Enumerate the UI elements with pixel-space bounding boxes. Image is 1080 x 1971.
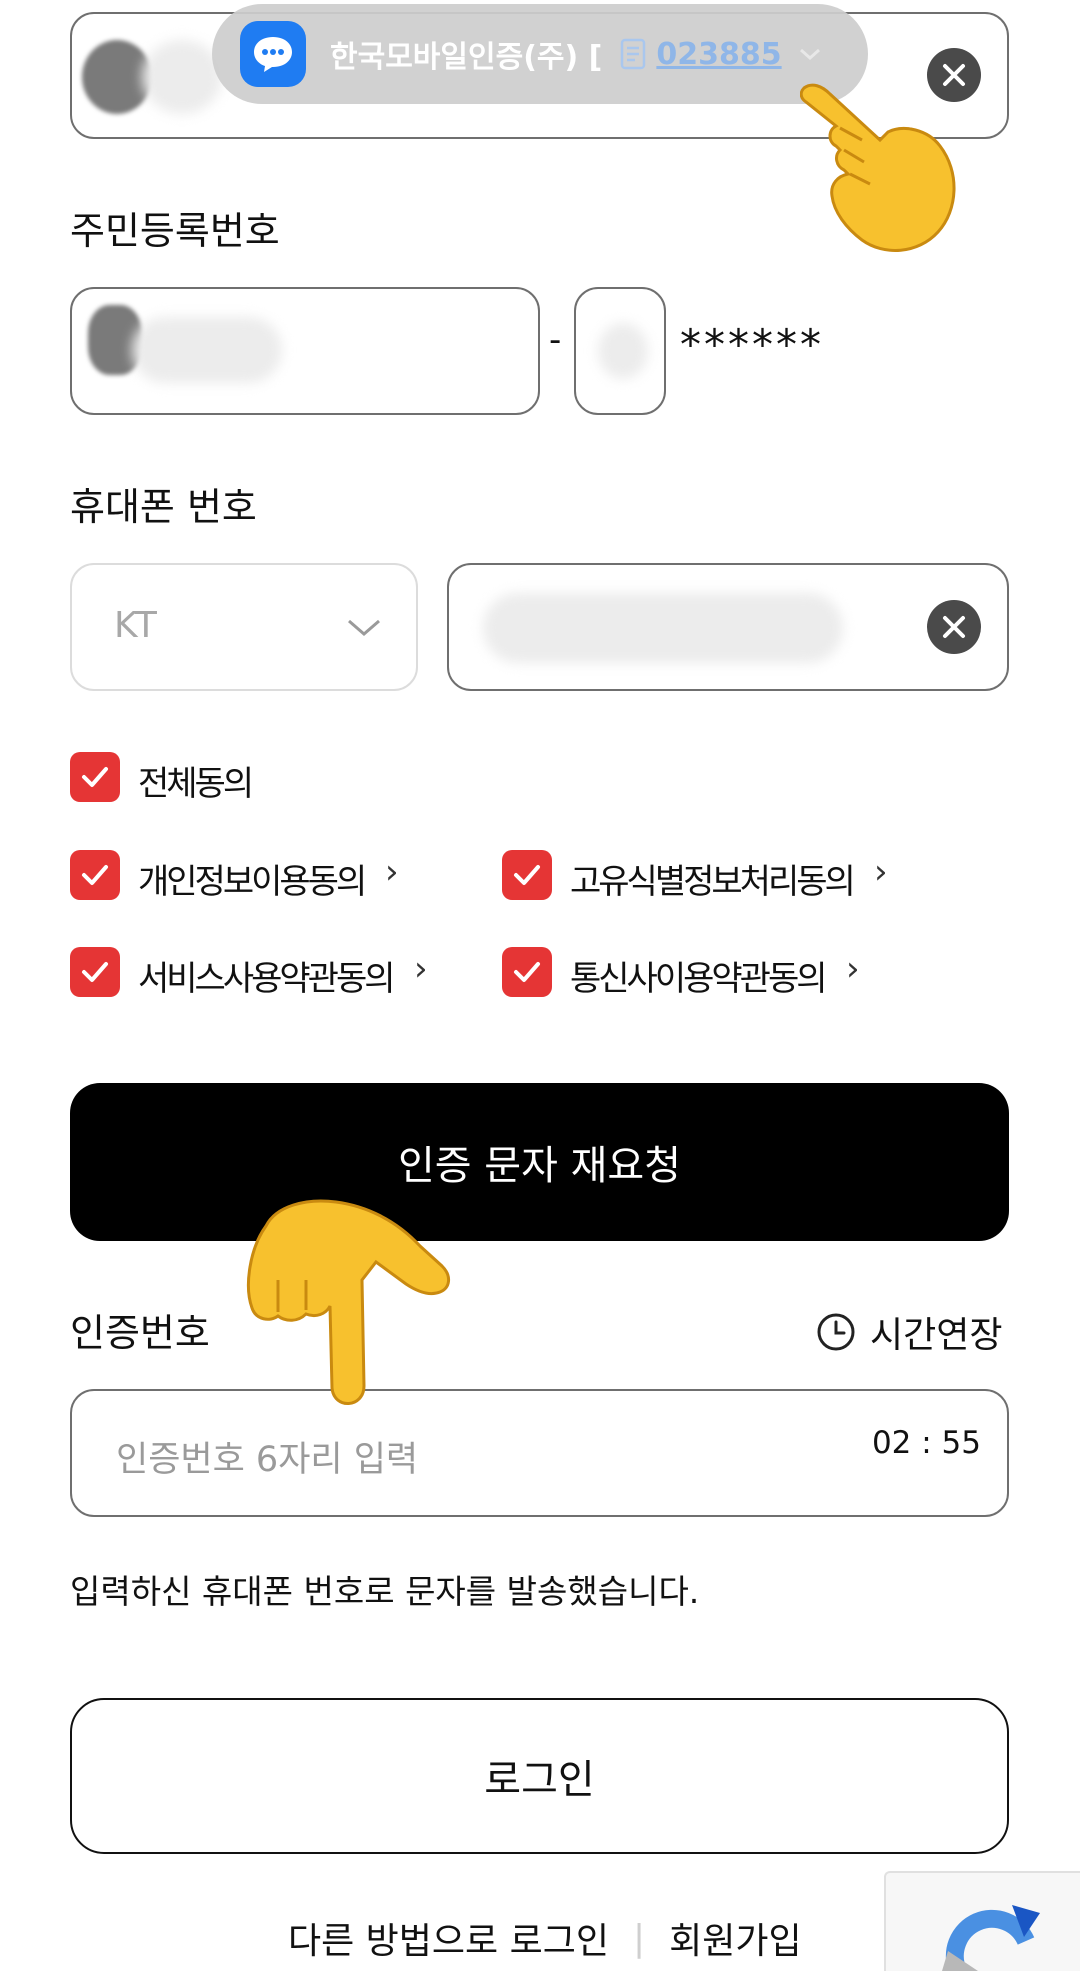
checkmark-icon [82,962,108,982]
alt-login-link[interactable]: 다른 방법으로 로그인 [288,1912,609,1964]
consent-all-label[interactable]: 전체동의 [138,756,254,805]
verification-code-input[interactable]: 인증번호 6자리 입력 02 : 55 [70,1389,1009,1517]
checkmark-icon [82,865,108,885]
extend-time-label: 시간연장 [870,1315,1003,1356]
checkmark-icon [514,865,540,885]
consent-service-terms-checkbox[interactable] [70,947,120,997]
footer-divider: | [632,1917,646,1959]
chevron-right-icon[interactable]: › [385,852,399,892]
pointing-hand-up-left-icon [799,80,970,270]
recaptcha-icon [942,1905,1040,1971]
phone-number-input[interactable] [447,563,1009,691]
page: 한국모바일인증(주) [ 023885 주민등록번호 - ****** 휴대폰 … [0,0,1080,1971]
sms-notification-banner[interactable]: 한국모바일인증(주) [ 023885 [212,4,868,104]
login-button[interactable]: 로그인 [70,1698,1009,1854]
notification-sender: 한국모바일인증(주) [ [330,40,603,75]
resident-separator: - [549,320,562,360]
consent-unique-id-checkbox[interactable] [502,850,552,900]
clear-phone-button[interactable] [927,600,981,654]
footer-links: 다른 방법으로 로그인 | 회원가입 [288,1912,802,1964]
checkmark-icon [82,767,108,787]
resident-redacted-blob-light [132,317,282,383]
carrier-select[interactable]: KT [70,563,418,691]
copy-icon [620,38,646,70]
pointing-hand-down-icon [236,1196,456,1421]
verification-label: 인증번호 [70,1311,210,1355]
resident-number-back-input[interactable] [574,287,666,415]
phone-redacted-blob [483,593,843,663]
signup-link[interactable]: 회원가입 [669,1912,801,1964]
consent-carrier-terms-label[interactable]: 통신사이용약관동의 [570,951,828,1000]
clock-icon [816,1312,856,1352]
resident-number-label: 주민등록번호 [70,209,280,253]
close-icon [943,616,965,638]
chevron-down-icon [346,617,382,643]
verification-placeholder: 인증번호 6자리 입력 [116,1440,419,1480]
resident-masked-suffix: ****** [680,320,824,369]
chevron-down-icon[interactable] [798,46,822,62]
consent-service-terms-label[interactable]: 서비스사용약관동의 [138,951,396,1000]
chevron-right-icon[interactable]: › [414,949,428,989]
chat-bubble-icon [240,21,306,87]
checkmark-icon [514,962,540,982]
resident-back-redacted-blob [598,323,648,379]
consent-privacy-checkbox[interactable] [70,850,120,900]
consent-carrier-terms-checkbox[interactable] [502,947,552,997]
carrier-value: KT [114,605,157,646]
sms-sent-notice: 입력하신 휴대폰 번호로 문자를 발송했습니다. [70,1572,700,1611]
consent-unique-id-label[interactable]: 고유식별정보처리동의 [570,854,856,903]
phone-label: 휴대폰 번호 [70,485,257,529]
consent-privacy-label[interactable]: 개인정보이용동의 [138,854,367,903]
resend-verification-button[interactable]: 인증 문자 재요청 [70,1083,1009,1241]
chevron-right-icon[interactable]: › [846,949,860,989]
name-redacted-blob-light [142,40,222,114]
notification-code[interactable]: 023885 [656,37,781,72]
consent-all-checkbox[interactable] [70,752,120,802]
extend-time-button[interactable]: 시간연장 [816,1306,1002,1358]
chevron-right-icon[interactable]: › [874,852,888,892]
resident-number-front-input[interactable] [70,287,540,415]
notification-text: 한국모바일인증(주) [ 023885 [330,32,822,76]
recaptcha-badge[interactable] [884,1871,1080,1971]
countdown-timer: 02 : 55 [871,1425,981,1461]
